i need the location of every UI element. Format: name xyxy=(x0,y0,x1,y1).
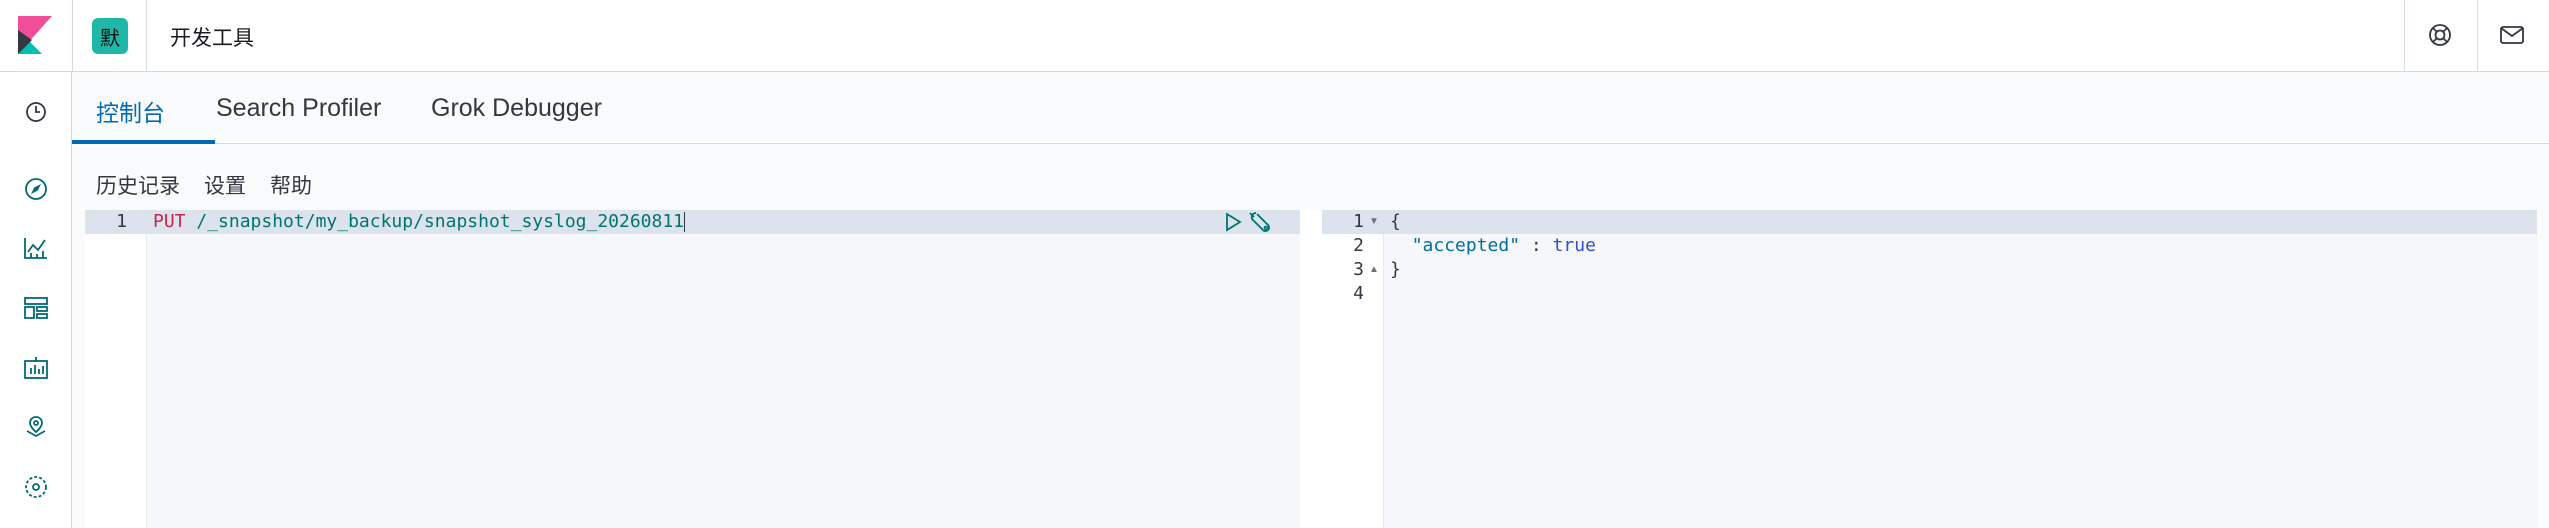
header-divider xyxy=(72,0,73,72)
request-path: /_snapshot/my_backup/snapshot_syslog_202… xyxy=(196,211,685,232)
response-line: "accepted" : true xyxy=(1390,234,1596,258)
tab-grok-debugger[interactable]: Grok Debugger xyxy=(431,94,602,123)
line-number: 2 xyxy=(1353,235,1364,256)
header-divider xyxy=(146,0,147,72)
devtools-tabs: 控制台 Search Profiler Grok Debugger xyxy=(72,72,2549,144)
header-divider xyxy=(2477,0,2478,72)
ml-icon[interactable] xyxy=(21,472,51,502)
json-value: true xyxy=(1552,235,1596,256)
tab-search-profiler[interactable]: Search Profiler xyxy=(216,94,381,123)
help-link[interactable]: 帮助 xyxy=(270,170,312,200)
compass-icon[interactable] xyxy=(21,174,51,204)
kibana-logo-icon[interactable] xyxy=(18,16,52,54)
text-cursor xyxy=(684,212,686,232)
request-line[interactable]: PUT /_snapshot/my_backup/snapshot_syslog… xyxy=(153,210,686,234)
line-number: 1 xyxy=(1353,211,1364,232)
line-number: 4 xyxy=(1353,283,1364,304)
page-title: 开发工具 xyxy=(170,26,254,50)
request-editor[interactable]: 1 PUT /_snapshot/my_backup/snapshot_sysl… xyxy=(85,210,1300,528)
active-tab-indicator xyxy=(72,140,215,144)
header-divider xyxy=(2404,0,2405,72)
json-key: "accepted" xyxy=(1411,235,1521,256)
active-line-highlight xyxy=(1322,210,2537,234)
response-line: { xyxy=(1390,211,1401,232)
line-number: 1 xyxy=(116,211,127,232)
visualize-icon[interactable] xyxy=(21,233,51,263)
side-navigation xyxy=(0,72,72,528)
tab-console[interactable]: 控制台 xyxy=(96,94,165,128)
line-number: 3 xyxy=(1353,259,1364,280)
fold-down-icon[interactable]: ▼ xyxy=(1369,216,1379,227)
mail-icon[interactable] xyxy=(2497,20,2527,50)
wrench-icon[interactable] xyxy=(1248,211,1274,235)
play-icon[interactable] xyxy=(1223,212,1243,232)
clock-icon[interactable] xyxy=(21,97,51,127)
canvas-icon[interactable] xyxy=(21,353,51,383)
maps-icon[interactable] xyxy=(21,412,51,442)
dashboard-icon[interactable] xyxy=(21,293,51,323)
request-method: PUT xyxy=(153,211,186,232)
json-separator: : xyxy=(1520,235,1553,256)
top-header: 默 开发工具 xyxy=(0,0,2549,72)
response-editor: 1 ▼ { 2 "accepted" : true 3 ▲ } 4 xyxy=(1322,210,2537,528)
history-link[interactable]: 历史记录 xyxy=(96,170,180,200)
editor-resizer[interactable] xyxy=(1300,210,1322,528)
help-lifebuoy-icon[interactable] xyxy=(2425,20,2455,50)
settings-link[interactable]: 设置 xyxy=(204,170,246,200)
fold-up-icon[interactable]: ▲ xyxy=(1369,264,1379,275)
space-avatar[interactable]: 默 xyxy=(92,18,128,54)
response-line: } xyxy=(1390,259,1401,280)
request-gutter xyxy=(85,210,147,528)
